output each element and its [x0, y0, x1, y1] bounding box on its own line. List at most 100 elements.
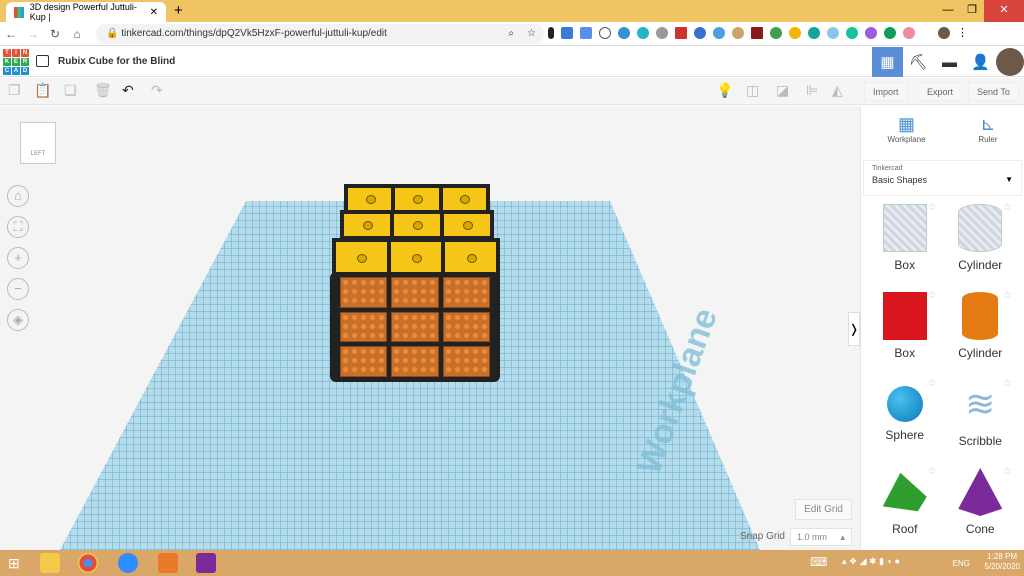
forward-button[interactable]: → [22, 27, 44, 41]
menu-icon[interactable]: ⋮ [957, 27, 969, 39]
reload-button[interactable]: ↻ [44, 27, 66, 41]
extension-icon[interactable] [884, 27, 896, 39]
extension-icon[interactable] [561, 27, 573, 39]
favorite-star-icon[interactable]: ☆ [928, 202, 937, 213]
favorite-star-icon[interactable]: ☆ [1003, 290, 1012, 301]
design-title[interactable]: Rubix Cube for the Blind [58, 56, 175, 67]
extension-icon[interactable] [618, 27, 630, 39]
translate-icon[interactable] [580, 27, 592, 39]
shape-cylinder-hole[interactable]: ☆ Cylinder [943, 202, 1019, 284]
onenote-icon[interactable] [196, 553, 216, 573]
lego-brick-button[interactable]: ▬ [934, 47, 965, 77]
copy-icon[interactable]: ❐ [8, 82, 21, 99]
snap-grid-select[interactable]: 1.0 mm ▴ [790, 528, 852, 546]
tinkercad-logo[interactable]: TINKERCAD [3, 49, 29, 75]
rubiks-cube-model[interactable] [330, 184, 500, 384]
extension-icon[interactable] [675, 27, 687, 39]
group-icon[interactable]: ◫ [746, 82, 759, 99]
ungroup-icon[interactable]: ◪ [776, 82, 789, 99]
extension-icon[interactable] [808, 27, 820, 39]
windows-start-icon[interactable]: ⊞ [8, 555, 20, 572]
user-avatar[interactable] [996, 48, 1024, 76]
drive-icon[interactable] [789, 27, 801, 39]
shape-sphere[interactable]: ☆ Sphere [867, 378, 943, 460]
design-list-icon[interactable] [36, 55, 49, 67]
3d-viewport[interactable]: Workplane LEFT ⌂ ⛶ + − ◈ Edit Grid Snap … [0, 106, 860, 550]
duplicate-icon[interactable]: ❏ [64, 82, 77, 99]
minimize-button[interactable]: — [936, 0, 960, 22]
close-window-button[interactable]: ✕ [984, 0, 1024, 22]
shape-scribble[interactable]: ☆ ≋ Scribble [943, 378, 1019, 460]
extension-icon[interactable] [599, 27, 611, 39]
extension-icon[interactable] [865, 27, 877, 39]
extension-icon[interactable] [827, 27, 839, 39]
notes-icon[interactable]: 💡 [716, 82, 733, 99]
back-button[interactable]: ← [0, 27, 22, 41]
home-button[interactable]: ⌂ [66, 27, 88, 41]
3d-design-view-button[interactable]: ▦ [872, 47, 903, 77]
clock[interactable]: 1:28 PM 5/20/2020 [984, 552, 1020, 572]
language-indicator[interactable]: ENG [953, 559, 970, 568]
view-cube[interactable]: LEFT [20, 122, 56, 164]
search-icon[interactable]: ⌕ [508, 24, 514, 44]
shape-roof[interactable]: ☆ Roof [867, 466, 943, 548]
minecraft-pickaxe-button[interactable]: ⛏ [903, 47, 934, 77]
favorite-star-icon[interactable]: ☆ [928, 378, 937, 389]
zoom-out-icon[interactable]: − [7, 278, 29, 300]
collapse-panel-button[interactable]: ❭ [848, 312, 860, 346]
clock-date: 5/20/2020 [984, 562, 1020, 571]
export-button[interactable]: Export [918, 82, 963, 101]
delete-icon[interactable]: 🗑 [94, 82, 112, 99]
extension-icon[interactable] [694, 27, 706, 39]
grammarly-icon[interactable] [846, 27, 858, 39]
new-tab-button[interactable]: + [174, 2, 183, 19]
favorite-star-icon[interactable]: ☆ [928, 290, 937, 301]
zoom-in-icon[interactable]: + [7, 247, 29, 269]
file-explorer-icon[interactable] [40, 553, 60, 573]
edit-grid-button[interactable]: Edit Grid [795, 499, 852, 520]
align-icon[interactable]: ⊫ [806, 82, 818, 99]
bookmark-star-icon[interactable]: ☆ [527, 24, 536, 44]
mic-icon[interactable] [548, 27, 554, 39]
workplane-tool[interactable]: ▦ Workplane [887, 114, 925, 154]
fit-view-icon[interactable]: ⛶ [7, 216, 29, 238]
keyboard-icon[interactable]: ⌨ [810, 555, 827, 569]
camera-icon[interactable] [656, 27, 668, 39]
invite-user-button[interactable]: 👤 [965, 47, 996, 77]
redo-icon[interactable]: ↷ [151, 82, 163, 99]
undo-icon[interactable]: ↶ [122, 82, 134, 99]
favorite-star-icon[interactable]: ☆ [1003, 466, 1012, 477]
tray-icons[interactable]: ▴ ❖ ◢ ✱ ▮ ◖ ● [842, 556, 900, 567]
paste-icon[interactable]: 📋 [34, 82, 51, 99]
shape-box-hole[interactable]: ☆ Box [867, 202, 943, 284]
app-icon[interactable] [158, 553, 178, 573]
perspective-icon[interactable]: ◈ [7, 309, 29, 331]
send-to-button[interactable]: Send To [968, 82, 1019, 101]
extension-icon[interactable] [770, 27, 782, 39]
shape-cylinder[interactable]: ☆ Cylinder [943, 290, 1019, 372]
restore-button[interactable]: ❐ [960, 0, 984, 22]
favorite-star-icon[interactable]: ☆ [928, 466, 937, 477]
extension-icon[interactable] [713, 27, 725, 39]
import-button[interactable]: Import [864, 82, 908, 101]
extension-icon[interactable] [903, 27, 915, 39]
windows-taskbar: ⊞ ⌨ ▴ ❖ ◢ ✱ ▮ ◖ ● ENG 1:28 PM 5/20/2020 [0, 550, 1024, 576]
browser-tab[interactable]: 3D design Powerful Juttuli-Kup | ✕ [6, 2, 166, 22]
extension-icon[interactable] [732, 27, 744, 39]
extension-icon[interactable] [637, 27, 649, 39]
profile-avatar[interactable] [938, 27, 950, 39]
shape-cone[interactable]: ☆ Cone [943, 466, 1019, 548]
app-header: TINKERCAD Rubix Cube for the Blind ▦ ⛏ ▬… [0, 47, 1024, 77]
pdf-icon[interactable] [751, 27, 763, 39]
home-view-icon[interactable]: ⌂ [7, 185, 29, 207]
url-field[interactable]: 🔒 tinkercad.com/things/dpQ2Vk5HzxF-power… [96, 24, 544, 44]
favorite-star-icon[interactable]: ☆ [1003, 378, 1012, 389]
close-tab-icon[interactable]: ✕ [150, 7, 158, 18]
chrome-icon[interactable] [78, 553, 98, 573]
mirror-icon[interactable]: ◭ [832, 82, 843, 99]
zoom-icon[interactable] [118, 553, 138, 573]
ruler-tool[interactable]: ⊾ Ruler [978, 114, 997, 154]
shape-box[interactable]: ☆ Box [867, 290, 943, 372]
shape-library-select[interactable]: Tinkercad Basic Shapes ▼ [863, 160, 1022, 196]
favorite-star-icon[interactable]: ☆ [1003, 202, 1012, 213]
